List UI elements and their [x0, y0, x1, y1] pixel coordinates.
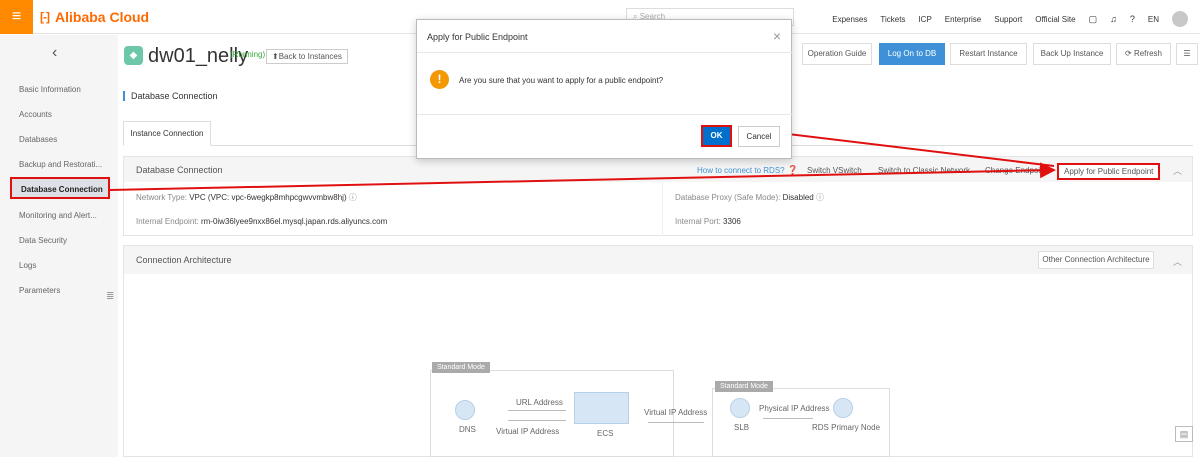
apply-public-endpoint-dialog: Apply for Public Endpoint × ! Are you su… [416, 19, 793, 159]
database-connection-panel: Database Connection How to connect to RD… [123, 156, 1193, 236]
chat-icon[interactable]: ▤ [1175, 426, 1193, 442]
sidebar-item-logs[interactable]: Logs [19, 261, 36, 270]
internal-endpoint-label: Internal Endpoint: [136, 217, 199, 226]
nav-official-site[interactable]: Official Site [1035, 15, 1075, 24]
switch-vswitch-button[interactable]: Switch VSwitch [807, 166, 862, 175]
bell-icon[interactable]: ♫ [1110, 14, 1117, 24]
switch-classic-network-button[interactable]: Switch to Classic Network [878, 166, 970, 175]
nav-tickets[interactable]: Tickets [880, 15, 905, 24]
warning-icon: ! [430, 70, 449, 89]
nav-enterprise[interactable]: Enterprise [945, 15, 981, 24]
dialog-title: Apply for Public Endpoint [427, 32, 528, 42]
page-title: Database Connection [123, 91, 218, 101]
brand-name: Alibaba Cloud [55, 9, 150, 25]
back-chevron-icon[interactable]: ‹ [52, 44, 57, 62]
physical-ip-arrow [763, 418, 813, 419]
virtual-ip-label-left: Virtual IP Address [496, 427, 560, 436]
standard-mode-tag-left: Standard Mode [432, 362, 490, 373]
network-type-value: VPC [189, 193, 206, 202]
other-architecture-button[interactable]: Other Connection Architecture [1038, 251, 1154, 269]
nav-support[interactable]: Support [994, 15, 1022, 24]
standard-mode-tag-right: Standard Mode [715, 381, 773, 392]
arch-panel-header: Connection Architecture Other Connection… [124, 246, 1192, 274]
sidebar-item-basic-information[interactable]: Basic Information [19, 85, 81, 94]
instance-status: (Running) [230, 50, 266, 59]
refresh-button[interactable]: ⟳ Refresh [1116, 43, 1171, 65]
physical-ip-label: Physical IP Address [759, 404, 830, 413]
sidebar-item-parameters[interactable]: Parameters [19, 286, 60, 295]
info-icon: ⓘ [348, 193, 357, 202]
url-arrow [508, 410, 566, 411]
vip-arrow-right [648, 422, 704, 423]
proxy-info-icon: ⓘ [816, 193, 824, 202]
operation-guide-button[interactable]: Operation Guide [802, 43, 872, 65]
sidebar-item-data-security[interactable]: Data Security [19, 236, 67, 245]
column-divider [662, 182, 663, 236]
log-on-to-db-button[interactable]: Log On to DB [879, 43, 945, 65]
apply-public-endpoint-button[interactable]: Apply for Public Endpoint [1057, 163, 1161, 180]
avatar[interactable] [1172, 11, 1188, 27]
rds-primary-icon [833, 398, 853, 418]
internal-endpoint-row: Internal Endpoint: rm-0iw36lyee9nxx86el.… [136, 217, 387, 226]
proxy-value: Disabled [782, 193, 814, 202]
nav-icp[interactable]: ICP [918, 15, 931, 24]
slb-label: SLB [734, 423, 750, 432]
collapse-chevron-icon[interactable]: ︿ [1173, 164, 1182, 177]
internal-port-label: Internal Port: [675, 217, 721, 226]
vpc-value: (VPC: vpc-6wegkp8mhpcgwvvmbw8hj) [207, 193, 347, 202]
proxy-row: Database Proxy (Safe Mode): Disabled ⓘ [675, 192, 824, 203]
sidebar-item-backup[interactable]: Backup and Restorati... [19, 160, 102, 169]
sidebar-item-accounts[interactable]: Accounts [19, 110, 52, 119]
sidebar-item-databases[interactable]: Databases [19, 135, 57, 144]
list-icon[interactable]: ≣ [106, 291, 114, 302]
close-icon[interactable]: × [773, 28, 781, 44]
network-type-row: Network Type: VPC (VPC: vpc-6wegkp8mhpcg… [136, 192, 357, 203]
internal-port-value: 3306 [723, 217, 741, 226]
ecs-icon [574, 392, 629, 424]
dns-label: DNS [459, 425, 476, 434]
proxy-label: Database Proxy (Safe Mode): [675, 193, 781, 202]
brand-logo[interactable]: [-] Alibaba Cloud [40, 9, 149, 25]
how-to-connect-link[interactable]: How to connect to RDS? [697, 166, 785, 175]
top-nav: Expenses Tickets ICP Enterprise Support … [832, 11, 1200, 27]
nav-expenses[interactable]: Expenses [832, 15, 867, 24]
vip-arrow-left [508, 420, 566, 421]
back-to-instances-button[interactable]: ⬆Back to Instances [266, 49, 348, 64]
ok-button[interactable]: OK [701, 125, 732, 147]
change-endpoint-button[interactable]: Change Endpoint [985, 166, 1047, 175]
more-menu-icon[interactable]: ☰ [1176, 43, 1198, 65]
network-type-label: Network Type: [136, 193, 187, 202]
internal-port-row: Internal Port: 3306 [675, 217, 741, 226]
architecture-diagram: Standard Mode Standard Mode DNS URL Addr… [430, 362, 890, 457]
panel-header: Database Connection How to connect to RD… [124, 157, 1192, 182]
restart-instance-button[interactable]: Restart Instance [950, 43, 1027, 65]
sidebar-item-database-connection[interactable]: Database Connection [10, 177, 110, 199]
internal-endpoint-value: rm-0iw36lyee9nxx86el.mysql.japan.rds.ali… [200, 217, 388, 226]
dialog-divider-top [417, 52, 793, 53]
slb-icon [730, 398, 750, 418]
dns-icon [455, 400, 475, 420]
rds-primary-label: RDS Primary Node [812, 423, 881, 432]
sidebar [0, 35, 118, 457]
sidebar-item-monitoring[interactable]: Monitoring and Alert... [19, 211, 97, 220]
tab-instance-connection[interactable]: Instance Connection [123, 121, 211, 146]
language-switch[interactable]: EN [1148, 15, 1159, 24]
ecs-label: ECS [597, 429, 614, 438]
dialog-message: Are you sure that you want to apply for … [459, 76, 664, 85]
arch-panel-title: Connection Architecture [136, 255, 232, 265]
arch-collapse-chevron-icon[interactable]: ︿ [1173, 255, 1182, 268]
brand-mark: [-] [40, 10, 50, 24]
cancel-button[interactable]: Cancel [738, 126, 780, 147]
menu-icon[interactable]: ≡ [0, 0, 33, 34]
dialog-divider-bottom [417, 114, 793, 115]
virtual-ip-label-right: Virtual IP Address [644, 408, 708, 417]
back-up-instance-button[interactable]: Back Up Instance [1033, 43, 1111, 65]
help-circle-icon: ❓ [787, 165, 799, 175]
panel-title: Database Connection [136, 165, 223, 175]
help-icon[interactable]: ? [1130, 14, 1135, 24]
url-address-label: URL Address [516, 398, 563, 407]
message-icon[interactable]: ▢ [1089, 14, 1098, 25]
instance-icon: ◆ [124, 46, 143, 65]
